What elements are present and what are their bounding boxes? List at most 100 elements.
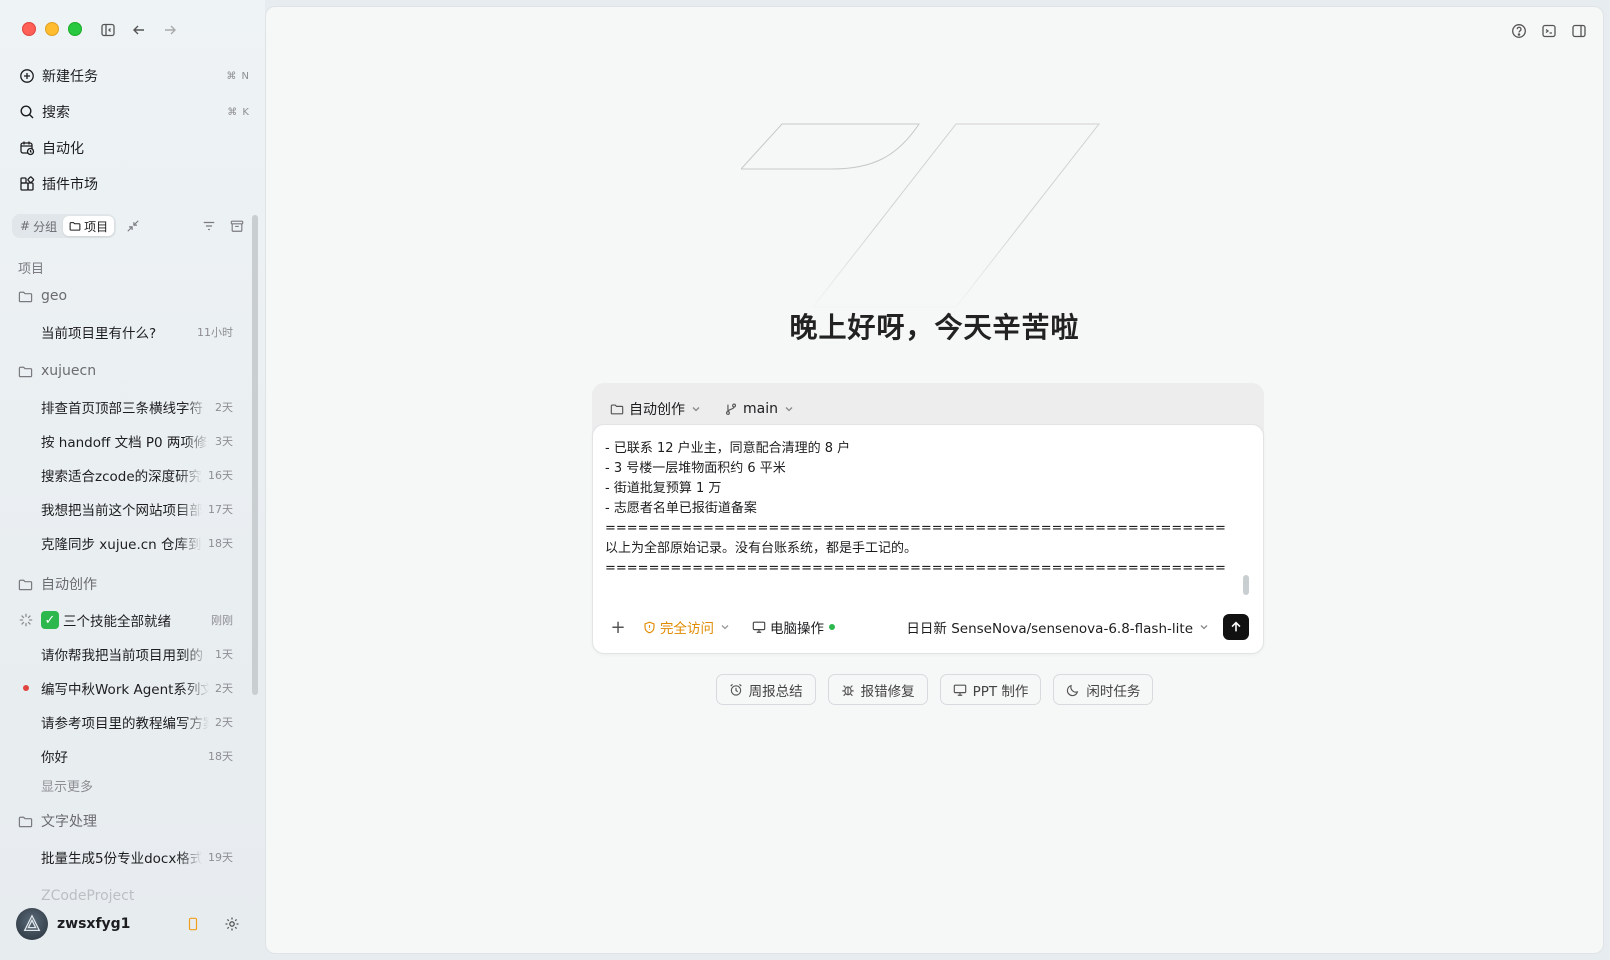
forward-arrow-icon[interactable] bbox=[160, 20, 180, 40]
sidebar-toolbar: # 分组 项目 bbox=[12, 213, 248, 239]
task-time: 1天 bbox=[215, 648, 233, 661]
collapse-icon[interactable] bbox=[122, 215, 144, 237]
nav-label: 新建任务 bbox=[42, 69, 98, 85]
quick-action-weekly-report[interactable]: 周报总结 bbox=[715, 674, 816, 705]
archive-icon[interactable] bbox=[226, 215, 248, 237]
nav-new-task[interactable]: 新建任务 ⌘ N bbox=[18, 62, 250, 90]
task-time: 2天 bbox=[215, 682, 233, 695]
nav-search[interactable]: 搜索 ⌘ K bbox=[18, 98, 250, 126]
add-attachment-button[interactable]: + bbox=[607, 616, 629, 638]
branch-selector[interactable]: main bbox=[724, 401, 799, 417]
phone-icon[interactable] bbox=[186, 917, 200, 931]
composer-toolbar: + 完全访问 电脑操作 日日新 SenseNova/sensenova-6.8-… bbox=[607, 613, 1249, 641]
toggle-sidebar-icon[interactable] bbox=[98, 20, 118, 40]
segment-group-button[interactable]: # 分组 bbox=[14, 216, 63, 236]
shortcut-hint: ⌘ N bbox=[226, 70, 250, 82]
task-title: 请你帮我把当前项目用到的 bbox=[41, 648, 203, 664]
folder-icon bbox=[18, 291, 33, 302]
send-button[interactable] bbox=[1223, 614, 1249, 640]
task-time: 16天 bbox=[208, 469, 233, 482]
model-name: 日日新 SenseNova/sensenova-6.8-flash-lite bbox=[906, 621, 1193, 637]
terminal-icon[interactable] bbox=[1539, 21, 1559, 41]
gear-icon[interactable] bbox=[224, 916, 240, 932]
spinner-icon bbox=[18, 612, 34, 628]
task-item[interactable]: 当前项目里有什么? 11小时 bbox=[41, 321, 233, 343]
computer-use-label: 电脑操作 bbox=[770, 621, 824, 637]
segment-label: 分组 bbox=[33, 219, 58, 234]
arrow-up-icon bbox=[1231, 621, 1241, 632]
git-branch-icon bbox=[725, 403, 737, 415]
quick-action-ppt[interactable]: PPT 制作 bbox=[939, 674, 1042, 705]
shortcut-hint: ⌘ K bbox=[227, 106, 250, 118]
segment-project-button[interactable]: 项目 bbox=[63, 216, 115, 236]
project-group-xujuecn[interactable]: xujuecn bbox=[18, 359, 250, 383]
task-title: 三个技能全部就绪 bbox=[63, 614, 171, 630]
task-item[interactable]: 请参考项目里的教程编写方案 2天 bbox=[41, 711, 233, 733]
chevron-down-icon bbox=[721, 625, 729, 630]
nav-label: 自动化 bbox=[42, 141, 84, 157]
presentation-icon bbox=[953, 684, 966, 696]
message-composer[interactable]: - 已联系 12 户业主，同意配合清理的 8 户 - 3 号楼一层堆物面积约 6… bbox=[592, 424, 1264, 654]
composer-textarea[interactable]: - 已联系 12 户业主，同意配合清理的 8 户 - 3 号楼一层堆物面积约 6… bbox=[605, 439, 1225, 587]
task-time: 17天 bbox=[208, 503, 233, 516]
task-item[interactable]: 你好 18天 bbox=[41, 745, 233, 767]
avatar[interactable] bbox=[16, 908, 48, 940]
access-mode-selector[interactable]: 完全访问 bbox=[643, 617, 734, 637]
task-item[interactable]: 按 handoff 文档 P0 两项修复 3天 bbox=[41, 430, 233, 452]
task-time: 2天 bbox=[215, 716, 233, 729]
alarm-clock-icon bbox=[729, 683, 742, 696]
task-item[interactable]: 我想把当前这个网站项目部署 17天 bbox=[41, 498, 233, 520]
main-panel: 晚上好呀，今天辛苦啦 自动创作 main - 已联系 12 户业主，同意配合清理… bbox=[265, 6, 1604, 954]
folder-icon bbox=[69, 222, 81, 231]
username: zwsxfyg1 bbox=[57, 916, 131, 932]
task-time: 3天 bbox=[215, 435, 233, 448]
nav-label: 搜索 bbox=[42, 105, 70, 121]
help-icon[interactable] bbox=[1509, 21, 1529, 41]
nav-automation[interactable]: 自动化 bbox=[18, 134, 250, 162]
zoom-window-button[interactable] bbox=[68, 22, 82, 36]
project-group-text[interactable]: 文字处理 bbox=[18, 809, 250, 833]
task-item[interactable]: 搜索适合zcode的深度研究 16天 bbox=[41, 464, 233, 486]
right-panel-icon[interactable] bbox=[1569, 21, 1589, 41]
sidebar-scrollbar[interactable] bbox=[252, 215, 258, 695]
task-time: 18天 bbox=[208, 537, 233, 550]
computer-use-toggle[interactable]: 电脑操作 bbox=[752, 617, 835, 637]
status-dot bbox=[829, 624, 835, 630]
top-right-toolbar bbox=[1509, 21, 1589, 41]
task-item[interactable]: 排查首页顶部三条横线字符 2天 bbox=[41, 396, 233, 418]
nav-plugin-market[interactable]: 插件市场 bbox=[18, 170, 250, 198]
task-title: 按 handoff 文档 P0 两项修复 bbox=[41, 435, 209, 451]
minimize-window-button[interactable] bbox=[45, 22, 59, 36]
task-item[interactable]: 批量生成5份专业docx格式文档 19天 bbox=[41, 846, 233, 868]
folder-icon bbox=[18, 579, 33, 590]
project-group-geo[interactable]: geo bbox=[18, 284, 250, 308]
task-item[interactable]: 克隆同步 xujue.cn 仓库到本地 18天 bbox=[41, 532, 233, 554]
close-window-button[interactable] bbox=[22, 22, 36, 36]
task-title: 排查首页顶部三条横线字符 bbox=[41, 401, 203, 417]
composer-scrollbar[interactable] bbox=[1243, 575, 1249, 595]
check-badge-icon: ✓ bbox=[41, 611, 59, 629]
branch-name: main bbox=[743, 401, 778, 417]
section-title: 项目 bbox=[18, 262, 45, 277]
task-title: 搜索适合zcode的深度研究 bbox=[41, 469, 202, 485]
project-selector[interactable]: 自动创作 bbox=[610, 399, 706, 419]
project-name: 自动创作 bbox=[629, 402, 685, 418]
chevron-down-icon bbox=[785, 407, 793, 412]
project-group-auto-create[interactable]: 自动创作 bbox=[18, 572, 250, 596]
back-arrow-icon[interactable] bbox=[129, 20, 149, 40]
hash-icon: # bbox=[20, 219, 31, 233]
task-item[interactable]: ✓ 三个技能全部就绪 刚刚 bbox=[19, 609, 233, 631]
window-controls bbox=[22, 22, 82, 36]
quick-action-bug-fix[interactable]: 报错修复 bbox=[827, 674, 928, 705]
group-name: xujuecn bbox=[41, 363, 97, 379]
quick-actions: 周报总结 报错修复 PPT 制作 闲时任务 bbox=[266, 674, 1603, 705]
task-item[interactable]: 编写中秋Work Agent系列文章 2天 bbox=[23, 677, 233, 699]
folder-icon bbox=[18, 816, 33, 827]
filter-icon[interactable] bbox=[198, 215, 220, 237]
show-more-link[interactable]: 显示更多 bbox=[41, 776, 93, 795]
monitor-icon bbox=[752, 621, 766, 633]
quick-action-idle-task[interactable]: 闲时任务 bbox=[1053, 674, 1154, 705]
model-selector[interactable]: 日日新 SenseNova/sensenova-6.8-flash-lite bbox=[906, 617, 1209, 637]
folder-icon bbox=[610, 404, 624, 415]
task-item[interactable]: 请你帮我把当前项目用到的 1天 bbox=[41, 643, 233, 665]
